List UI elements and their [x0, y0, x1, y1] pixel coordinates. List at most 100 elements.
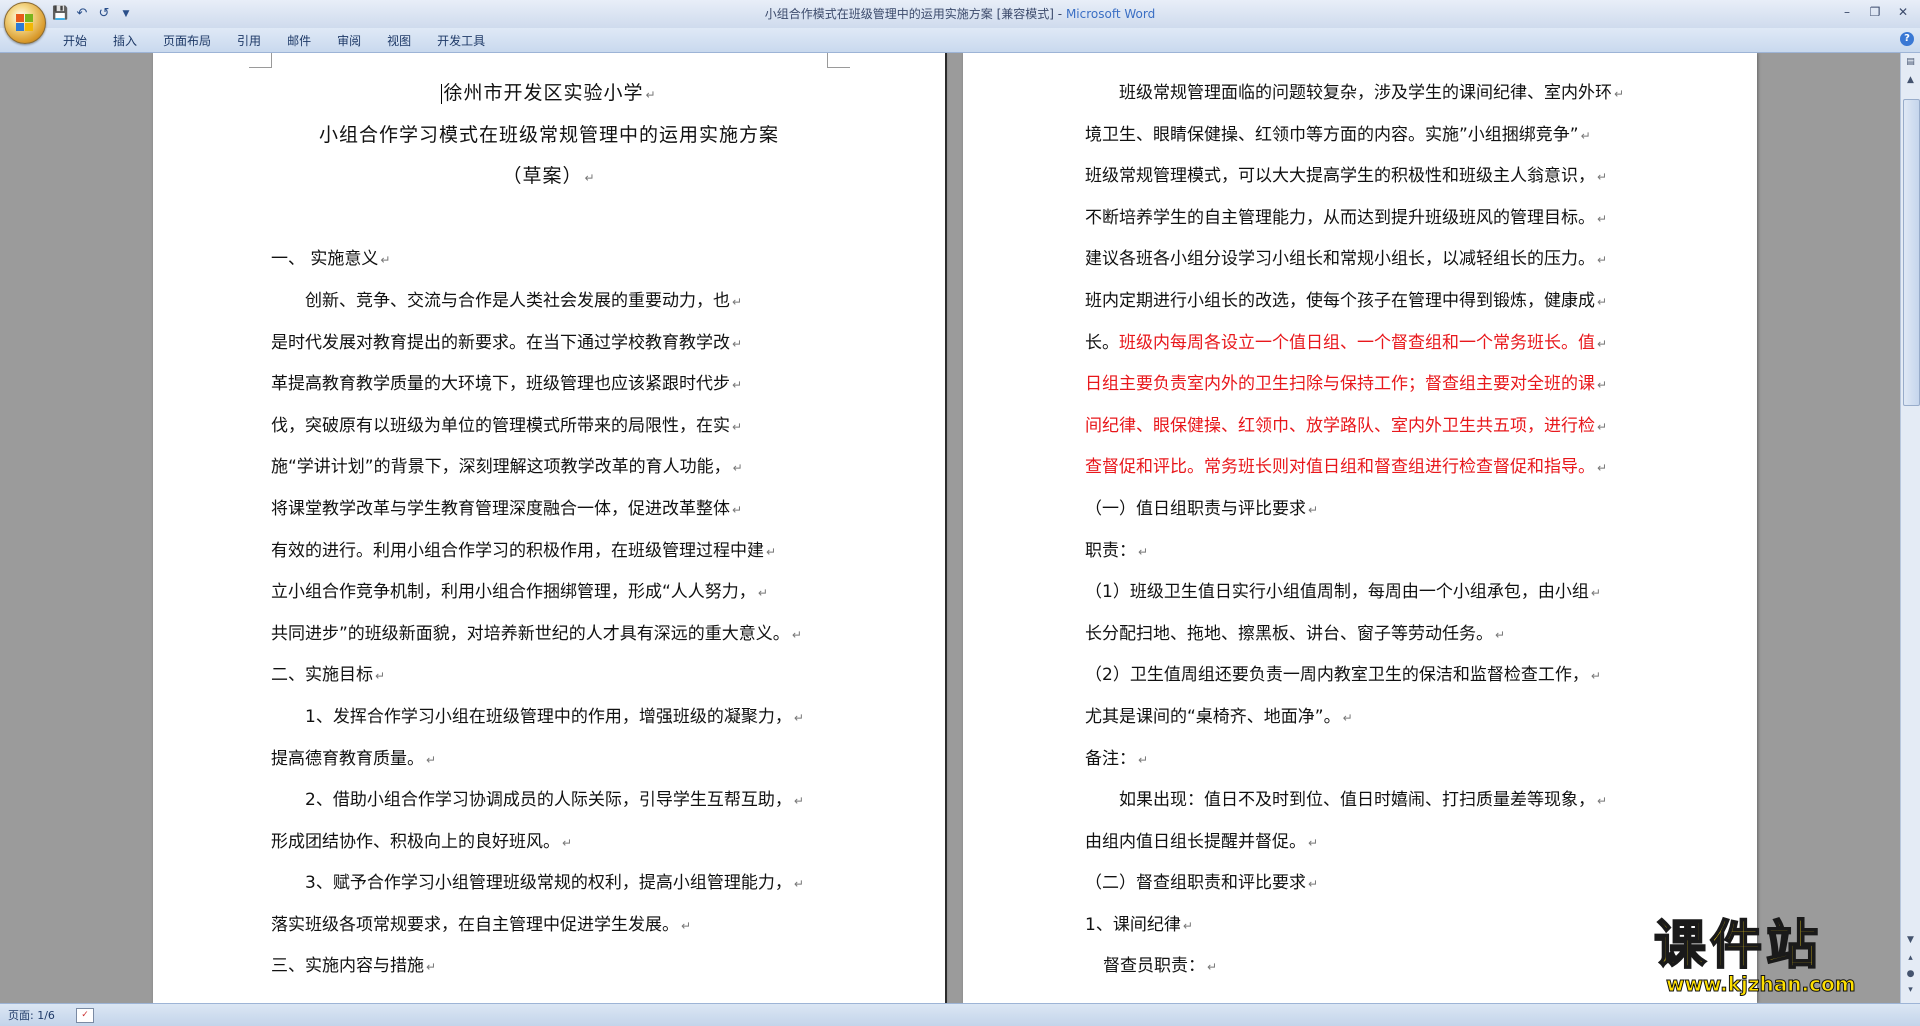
right-paragraph-line: 班内定期进行小组长的改选，使每个孩子在管理中得到锻炼，健康成 ↵: [1085, 281, 1645, 323]
scroll-thumb[interactable]: [1903, 99, 1920, 406]
right-paragraph-line: 查督促和评比。常务班长则对值日组和督查组进行检查督促和指导。 ↵: [1085, 447, 1645, 489]
left-paragraph-line: 将课堂教学改革与学生教育管理深度融合一体，促进改革整体 ↵: [271, 489, 827, 531]
paragraph-mark-icon: ↵: [1308, 835, 1319, 850]
vertical-scrollbar[interactable]: ▤ ▲ ▼ ▴ ● ▾: [1900, 53, 1920, 1003]
draft-label: （草案） ↵: [502, 165, 596, 188]
paragraph-mark-icon: ↵: [1614, 87, 1625, 101]
scroll-up-icon[interactable]: ▲: [1903, 73, 1918, 88]
line-text: （一）值日组职责与评比要求: [1085, 498, 1306, 519]
tab-developer[interactable]: 开发工具: [424, 31, 498, 51]
page-left[interactable]: 徐州市开发区实验小学 ↵ 小组合作学习模式在班级常规管理中的运用实施方案 （草案）…: [153, 53, 945, 1003]
paragraph-mark-icon: ↵: [766, 544, 777, 559]
paragraph-mark-icon: ↵: [1182, 918, 1193, 933]
paragraph-mark-icon: ↵: [793, 794, 804, 809]
tab-mailings[interactable]: 邮件: [274, 31, 324, 51]
right-page-text: 班级常规管理面临的问题较复杂，涉及学生的课间纪律、室内外环 ↵ 境卫生、眼睛保健操、…: [1085, 73, 1645, 988]
tab-view[interactable]: 视图: [374, 31, 424, 51]
right-paragraphs: 班级常规管理面临的问题较复杂，涉及学生的课间纪律、室内外环 ↵ 境卫生、眼睛保健操、…: [1085, 73, 1645, 988]
paragraph-mark-icon: ↵: [681, 918, 692, 933]
line-text: 是时代发展对教育提出的新要求。在当下通过学校教育教学改: [271, 332, 730, 353]
ruler-toggle-icon[interactable]: ▤: [1903, 55, 1918, 70]
left-paragraph-line: 立小组合作竞争机制，利用小组合作捆绑管理，形成“人人努力， ↵: [271, 572, 827, 614]
right-paragraph-line: 如果出现：值日不及时到位、值日时嬉闹、打扫质量差等现象， ↵: [1085, 780, 1645, 822]
left-paragraph-line: 三、实施内容与措施 ↵: [271, 946, 827, 988]
paragraph-mark-icon: ↵: [1138, 544, 1149, 559]
draft-label-text: （草案）: [502, 165, 583, 188]
close-icon[interactable]: ✕: [1890, 2, 1916, 22]
line-text: 3、赋予合作学习小组管理班级常规的权利，提高小组管理能力，: [305, 873, 792, 894]
restore-icon[interactable]: ❐: [1862, 2, 1888, 22]
paragraph-mark-icon: ↵: [732, 502, 743, 517]
paragraph-mark-icon: ↵: [1597, 211, 1608, 226]
paragraph-mark-icon: ↵: [732, 378, 743, 393]
paragraph-mark-icon: ↵: [1308, 502, 1319, 517]
watermark-title: 课件站: [1653, 916, 1823, 976]
right-paragraph-line: 境卫生、眼睛保健操、红领巾等方面的内容。实施”小组捆绑竞争” ↵: [1085, 115, 1645, 157]
tab-insert[interactable]: 插入: [100, 31, 150, 51]
ribbon-tab-bar: 开始 插入 页面布局 引用 邮件 审阅 视图 开发工具 ?: [0, 28, 1920, 53]
line-text: 长分配扫地、拖地、擦黑板、讲台、窗子等劳动任务。: [1085, 623, 1493, 644]
right-paragraph-line: 长。班级内每周各设立一个值日组、一个督查组和一个常务班长。值 ↵: [1085, 323, 1645, 365]
line-text: （1）班级卫生值日实行小组值周制，每周由一个小组承包，由小组: [1085, 582, 1589, 603]
crop-mark: [827, 53, 850, 68]
line-text: 施“学讲计划”的背景下，深刻理解这项教学改革的育人功能，: [271, 457, 731, 478]
line-text: 创新、竞争、交流与合作是人类社会发展的重要动力，也: [305, 290, 730, 311]
line-text: 革提高教育教学质量的大环境下，班级管理也应该紧跟时代步: [271, 374, 730, 395]
right-paragraph-line: 尤其是课间的“桌椅齐、地面净”。 ↵: [1085, 697, 1645, 739]
tab-page-layout[interactable]: 页面布局: [150, 31, 224, 51]
left-paragraph-line: 2、借助小组合作学习协调成员的人际关际，引导学生互帮互助， ↵: [271, 780, 827, 822]
tab-home[interactable]: 开始: [50, 31, 100, 51]
right-paragraph-line: 1、课间纪律 ↵: [1085, 905, 1645, 947]
left-paragraph-line: 3、赋予合作学习小组管理班级常规的权利，提高小组管理能力， ↵: [271, 863, 827, 905]
page-number-status[interactable]: 页面: 1/6: [8, 1007, 55, 1023]
tab-references[interactable]: 引用: [224, 31, 274, 51]
paragraph-mark-icon: ↵: [380, 253, 391, 268]
paragraph-mark-icon: ↵: [1597, 794, 1608, 809]
tab-review[interactable]: 审阅: [324, 31, 374, 51]
paragraph-mark-icon: ↵: [791, 627, 802, 642]
paragraph-mark-icon: ↵: [562, 835, 573, 850]
right-paragraph-line: 不断培养学生的自主管理能力，从而达到提升班级班风的管理目标。 ↵: [1085, 198, 1645, 240]
paragraph-mark-icon: ↵: [1590, 669, 1601, 684]
line-text: 班内定期进行小组长的改选，使每个孩子在管理中得到锻炼，健康成: [1085, 290, 1595, 311]
paragraph-mark-icon: ↵: [375, 669, 386, 684]
line-text: 2、借助小组合作学习协调成员的人际关际，引导学生互帮互助，: [305, 790, 792, 811]
right-paragraph-line: （二）督查组职责和评比要求 ↵: [1085, 863, 1645, 905]
right-paragraph-line: 班级常规管理面临的问题较复杂，涉及学生的课间纪律、室内外环 ↵: [1085, 73, 1645, 115]
school-name: 徐州市开发区实验小学 ↵: [441, 82, 657, 104]
help-icon[interactable]: ?: [1900, 32, 1914, 46]
line-text: 长。: [1085, 332, 1119, 353]
office-button[interactable]: [4, 2, 46, 44]
left-paragraph-line: 1、发挥合作学习小组在班级管理中的作用，增强班级的凝聚力， ↵: [271, 697, 827, 739]
paragraph-mark-icon: ↵: [1597, 419, 1608, 434]
left-paragraph-line: 一、 实施意义 ↵: [271, 239, 827, 281]
right-paragraph-line: 由组内值日组长提醒并督促。 ↵: [1085, 822, 1645, 864]
line-text: 建议各班各小组分设学习小组长和常规小组长，以减轻组长的压力。: [1085, 249, 1595, 270]
paragraph-mark-icon: ↵: [757, 586, 768, 601]
paragraph-mark-icon: ↵: [1342, 710, 1353, 725]
document-title: 小组合作学习模式在班级常规管理中的运用实施方案: [318, 123, 779, 146]
minimize-icon[interactable]: –: [1834, 2, 1860, 22]
left-paragraph-line: 是时代发展对教育提出的新要求。在当下通过学校教育教学改 ↵: [271, 323, 827, 365]
line-text: 落实班级各项常规要求，在自主管理中促进学生发展。: [271, 914, 679, 935]
proofing-icon[interactable]: ✓: [76, 1008, 94, 1023]
page-right[interactable]: 班级常规管理面临的问题较复杂，涉及学生的课间纪律、室内外环 ↵ 境卫生、眼睛保健操、…: [963, 53, 1757, 1003]
paragraph-mark-icon: ↵: [1138, 752, 1149, 767]
status-bar: 页面: 1/6 ✓: [0, 1003, 1920, 1026]
window-controls: – ❐ ✕: [1834, 2, 1916, 22]
line-text: 共同进步”的班级新面貌，对培养新世纪的人才具有深远的重大意义。: [271, 623, 790, 644]
line-text: 提高德育教育质量。: [271, 748, 424, 769]
line-text: 境卫生、眼睛保健操、红领巾等方面的内容。实施”小组捆绑竞争”: [1085, 124, 1579, 145]
paragraph-mark-icon: ↵: [1597, 336, 1608, 351]
paragraph-mark-icon: ↵: [1597, 378, 1608, 393]
right-paragraph-line: 长分配扫地、拖地、擦黑板、讲台、窗子等劳动任务。 ↵: [1085, 614, 1645, 656]
left-paragraph-line: 二、实施目标 ↵: [271, 655, 827, 697]
paragraph-mark-icon: ↵: [1207, 960, 1218, 975]
line-text: 间纪律、眼保健操、红领巾、放学路队、室内外卫生共五项，进行检: [1085, 415, 1595, 436]
left-page-text: 徐州市开发区实验小学 ↵ 小组合作学习模式在班级常规管理中的运用实施方案 （草案）…: [271, 73, 827, 988]
line-text: 三、实施内容与措施: [271, 956, 424, 977]
line-text-highlight: 班级内每周各设立一个值日组、一个督查组和一个常务班长。值: [1119, 332, 1595, 353]
right-paragraph-line: 班级常规管理模式，可以大大提高学生的积极性和班级主人翁意识， ↵: [1085, 156, 1645, 198]
paragraph-mark-icon: ↵: [1597, 294, 1608, 309]
